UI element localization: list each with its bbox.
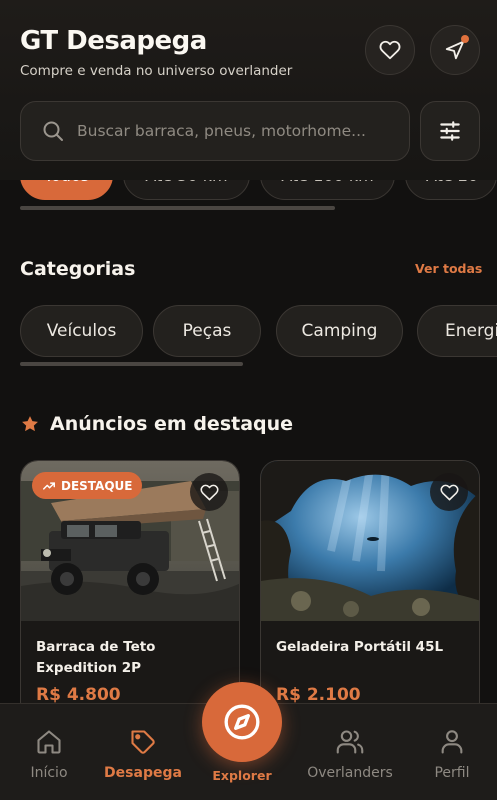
nav-label-profile: Perfil bbox=[434, 765, 470, 781]
favorite-button[interactable] bbox=[430, 473, 468, 511]
category-chip-row: Veículos Peças Camping Energia bbox=[20, 305, 497, 357]
featured-badge-label: DESTAQUE bbox=[61, 478, 133, 493]
sliders-icon bbox=[440, 121, 460, 141]
listing-title: Geladeira Portátil 45L bbox=[276, 639, 444, 655]
nav-label-desapega: Desapega bbox=[104, 765, 182, 781]
nav-label-explorer: Explorer bbox=[212, 768, 272, 783]
top-header: GT Desapega Compre e venda no universo o… bbox=[0, 0, 497, 180]
featured-title: Anúncios em destaque bbox=[50, 413, 294, 435]
search-bar[interactable] bbox=[20, 101, 410, 161]
app-root: Todos Até 50 km Até 100 km Até 20 GT Des… bbox=[0, 0, 497, 800]
nav-item-home[interactable]: Início bbox=[18, 704, 80, 800]
trending-up-icon bbox=[43, 481, 55, 490]
heart-icon bbox=[379, 40, 401, 60]
messages-button[interactable] bbox=[430, 25, 480, 75]
listing-price: R$ 2.100 bbox=[276, 685, 361, 705]
app-subtitle: Compre e venda no universo overlander bbox=[20, 63, 293, 79]
user-icon bbox=[441, 730, 463, 754]
nav-label-home: Início bbox=[30, 765, 68, 781]
category-chip-energy[interactable]: Energia bbox=[417, 305, 497, 357]
search-icon bbox=[43, 121, 63, 141]
category-scrollbar[interactable] bbox=[20, 362, 243, 366]
nav-item-desapega[interactable]: Desapega bbox=[104, 704, 182, 800]
heart-icon bbox=[439, 484, 459, 500]
favorites-button[interactable] bbox=[365, 25, 415, 75]
see-all-link[interactable]: Ver todas bbox=[415, 261, 482, 276]
heart-icon bbox=[199, 484, 219, 500]
category-chip-vehicles[interactable]: Veículos bbox=[20, 305, 143, 357]
nav-label-overlanders: Overlanders bbox=[307, 765, 393, 781]
featured-badge: DESTAQUE bbox=[32, 472, 143, 499]
nav-item-profile[interactable]: Perfil bbox=[426, 704, 478, 800]
listing-price: R$ 4.800 bbox=[36, 685, 121, 705]
notification-dot bbox=[461, 35, 469, 43]
categories-title: Categorias bbox=[20, 258, 136, 280]
listing-title: Barraca de Teto Expedition 2P bbox=[36, 639, 156, 676]
nav-item-overlanders[interactable]: Overlanders bbox=[304, 704, 396, 800]
filters-button[interactable] bbox=[420, 101, 480, 161]
compass-icon bbox=[224, 704, 260, 740]
explorer-button[interactable] bbox=[202, 682, 282, 762]
users-icon bbox=[336, 730, 364, 754]
app-title: GT Desapega bbox=[20, 26, 207, 56]
distance-filter-scrollbar[interactable] bbox=[20, 206, 335, 210]
home-icon bbox=[37, 730, 61, 754]
category-chip-camping[interactable]: Camping bbox=[276, 305, 403, 357]
tag-icon bbox=[131, 730, 155, 754]
listing-card[interactable]: Geladeira Portátil 45L R$ 2.100 bbox=[260, 460, 480, 720]
search-input[interactable] bbox=[77, 122, 397, 140]
listing-card[interactable]: DESTAQUE Barraca de Teto Expedition 2P R… bbox=[20, 460, 240, 720]
star-icon bbox=[22, 416, 38, 432]
favorite-button[interactable] bbox=[190, 473, 228, 511]
category-chip-parts[interactable]: Peças bbox=[153, 305, 261, 357]
